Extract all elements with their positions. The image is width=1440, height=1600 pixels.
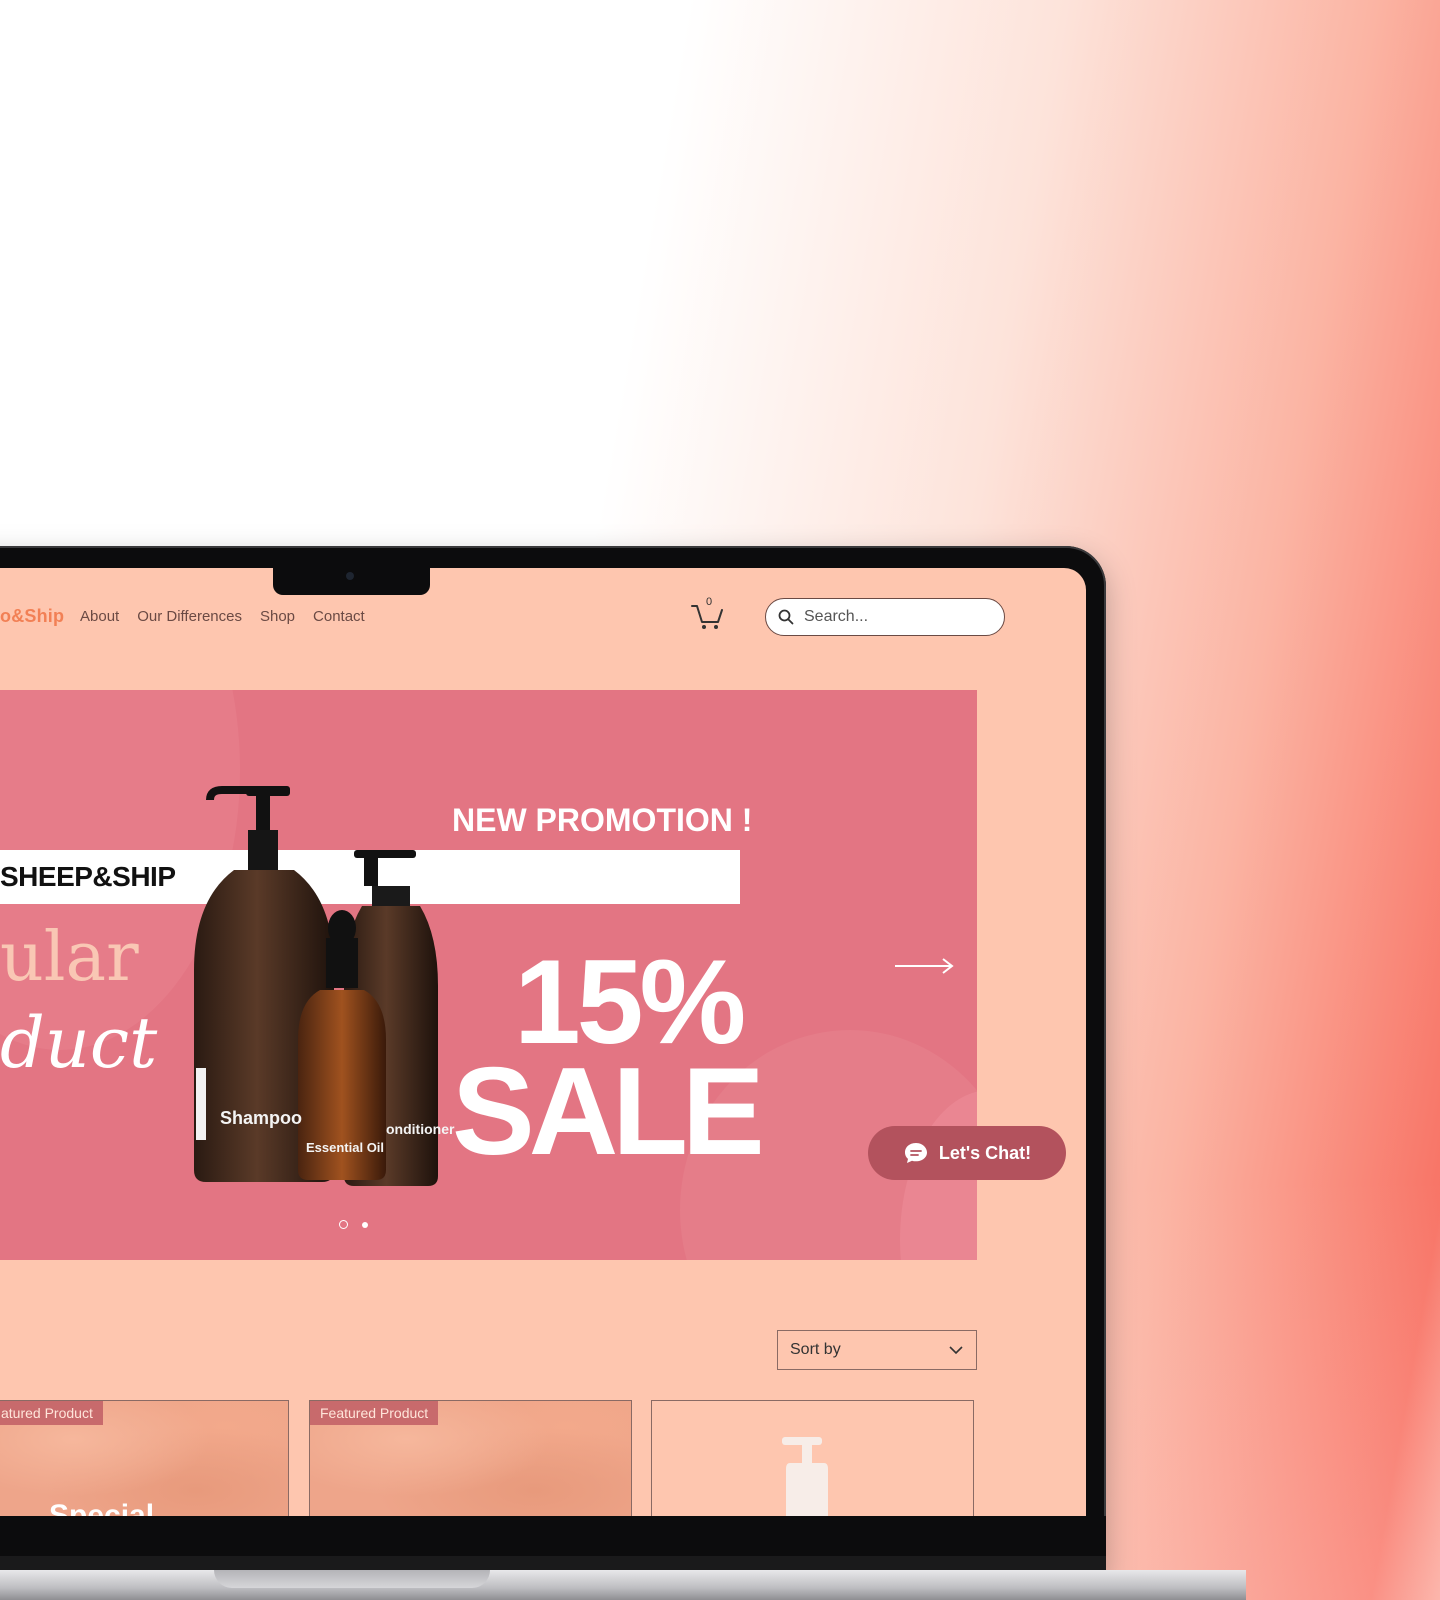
product-card[interactable] <box>651 1400 974 1516</box>
slide-dot-2[interactable] <box>362 1221 368 1228</box>
product-pump-bottle-image <box>782 1437 828 1516</box>
laptop-base-lip <box>214 1570 490 1588</box>
product-bottles-image: Shampoo Essential Oil onditioner <box>194 786 455 1186</box>
nav-about[interactable]: About <box>80 608 119 625</box>
nav-contact[interactable]: Contact <box>313 608 365 625</box>
next-slide-arrow-icon[interactable] <box>893 956 955 976</box>
sort-label: Sort by <box>790 1341 841 1358</box>
hero-brand-text: SHEEP&SHIP <box>0 861 176 892</box>
product-card[interactable]: atured Product Special <box>0 1400 289 1516</box>
nav-shop[interactable]: Shop <box>260 608 295 625</box>
chat-button-label: Let's Chat! <box>938 1142 1032 1163</box>
bottle-label-shampoo: Shampoo <box>220 1108 302 1128</box>
hero-slideshow: SHEEP&SHIP NEW PROMOTION ! ular duct Sha… <box>0 690 977 1260</box>
search-icon <box>778 609 794 625</box>
hero-tagline-line2: duct <box>0 1002 158 1084</box>
sort-dropdown[interactable]: Sort by <box>777 1330 977 1370</box>
cart-count: 0 <box>706 596 713 608</box>
nav-our-differences[interactable]: Our Differences <box>137 608 242 625</box>
slide-dot-1[interactable] <box>339 1220 348 1229</box>
hero-tagline-line1: ular <box>0 918 139 997</box>
product-card-title: Special <box>49 1499 155 1516</box>
laptop-base <box>0 1570 1246 1600</box>
bottle-label-conditioner: onditioner <box>386 1121 455 1137</box>
search-input[interactable] <box>802 607 986 627</box>
cart-button[interactable]: 0 <box>690 596 726 632</box>
camera-lens <box>346 572 354 580</box>
laptop-screen: o&Ship About Our Differences Shop Contac… <box>0 568 1086 1516</box>
featured-badge: atured Product <box>0 1401 103 1425</box>
hero-sale-text: SALE <box>452 1043 765 1181</box>
hero-promotion-heading: NEW PROMOTION ! <box>452 802 753 838</box>
featured-badge: Featured Product <box>310 1401 439 1425</box>
site-logo[interactable]: o&Ship <box>0 606 64 627</box>
search-box <box>765 598 1005 636</box>
chat-button[interactable]: Let's Chat! <box>868 1126 1066 1180</box>
bottle-label-essential-oil: Essential Oil <box>306 1140 384 1155</box>
main-nav: About Our Differences Shop Contact <box>80 608 365 625</box>
chevron-down-icon <box>949 1346 963 1355</box>
screen-bottom-bezel <box>0 1516 1106 1556</box>
slide-indicators <box>339 1220 368 1229</box>
product-card[interactable]: Featured Product <box>309 1400 632 1516</box>
chat-bubble-icon <box>904 1143 927 1163</box>
